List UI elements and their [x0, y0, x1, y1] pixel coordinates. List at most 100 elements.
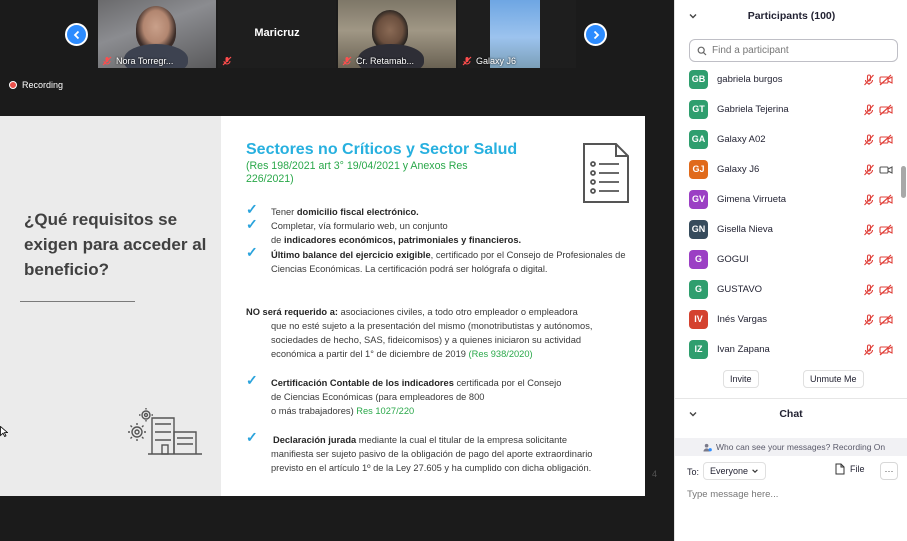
invite-button[interactable]: Invite	[723, 370, 759, 388]
slide-divider	[20, 301, 135, 302]
requirement-5: Declaración jurada mediante la cual el t…	[273, 435, 568, 445]
file-label: File	[850, 464, 865, 474]
recording-indicator[interactable]: Recording	[9, 80, 63, 90]
requirement-1: Tener domicilio fiscal electrónico.	[271, 207, 419, 217]
file-button[interactable]: File	[835, 463, 865, 475]
video-tile[interactable]: Nora Torregr...	[98, 0, 216, 68]
shared-slide: ¿Qué requisitos se exigen para acceder a…	[0, 116, 645, 496]
chevron-right-icon	[593, 30, 599, 39]
video-off-icon[interactable]	[879, 283, 893, 296]
mic-muted-icon	[462, 56, 472, 66]
participant-row[interactable]: G GOGUI	[675, 244, 900, 274]
scrollbar-thumb[interactable]	[901, 166, 906, 198]
people-icon	[703, 443, 712, 452]
participant-name: Gimena Virrueta	[717, 193, 786, 205]
participant-row[interactable]: GJ Galaxy J6	[675, 154, 900, 184]
requirement-4-line-3: o más trabajadores) Res 1027/220	[271, 406, 415, 416]
side-panel: Participants (100) GB gabriela burgos GT Ga…	[674, 0, 907, 541]
avatar: GA	[689, 129, 708, 149]
participant-row[interactable]: IV Inés Vargas	[675, 304, 900, 334]
tile-name-large: Maricruz	[254, 27, 300, 39]
video-off-icon[interactable]	[879, 73, 893, 86]
requirement-3: Último balance del ejercicio exigible, c…	[271, 250, 626, 274]
participant-row[interactable]: GT Gabriela Tejerina	[675, 94, 900, 124]
chat-message-input[interactable]	[687, 485, 897, 503]
mic-muted-icon[interactable]	[863, 193, 875, 206]
search-icon	[697, 46, 707, 55]
check-icon: ✓	[246, 372, 258, 388]
mic-muted-icon[interactable]	[863, 163, 875, 176]
mic-muted-icon[interactable]	[863, 343, 875, 356]
requirement-4: Certificación Contable de los indicadore…	[271, 378, 562, 388]
recording-dot-icon	[9, 81, 17, 89]
mic-muted-icon[interactable]	[863, 283, 875, 296]
video-off-icon[interactable]	[879, 253, 893, 266]
recording-label: Recording	[22, 80, 64, 90]
panel-divider	[675, 398, 907, 399]
avatar: GJ	[689, 159, 708, 179]
unmute-me-button[interactable]: Unmute Me	[803, 370, 864, 388]
previous-page-button[interactable]	[65, 23, 88, 46]
recipient-value: Everyone	[710, 466, 749, 476]
requirement-2-line-2: de indicadores económicos, patrimoniales…	[271, 235, 522, 245]
check-icon: ✓	[246, 244, 258, 260]
mic-muted-icon	[222, 56, 232, 66]
participant-name: gabriela burgos	[717, 73, 783, 85]
participant-name: GUSTAVO	[717, 283, 763, 295]
mic-muted-icon[interactable]	[863, 133, 875, 146]
participant-search[interactable]	[689, 39, 898, 62]
mic-muted-icon[interactable]	[863, 253, 875, 266]
video-tile[interactable]: Galaxy J6	[458, 0, 576, 68]
check-icon: ✓	[246, 429, 258, 445]
video-off-icon[interactable]	[879, 313, 893, 326]
avatar: GT	[689, 99, 708, 119]
requirement-4-line-2: de Ciencias Económicas (para empleadores…	[271, 392, 485, 402]
chat-privacy-notice[interactable]: Who can see your messages? Recording On	[675, 438, 907, 456]
meeting-area: Nora Torregr... Maricruz Cr. Retamab... …	[0, 0, 674, 541]
next-page-button[interactable]	[584, 23, 607, 46]
slide-page-number: 4	[652, 469, 658, 479]
participant-scrollbar[interactable]	[901, 64, 906, 364]
avatar: IV	[689, 309, 708, 329]
video-off-icon[interactable]	[879, 223, 893, 236]
video-off-icon[interactable]	[879, 133, 893, 146]
file-icon	[835, 463, 845, 475]
participant-row[interactable]: IZ Ivan Zapana	[675, 334, 900, 364]
avatar: G	[689, 249, 708, 269]
participant-row[interactable]: G GUSTAVO	[675, 274, 900, 304]
participant-name: Ivan Zapana	[717, 343, 770, 355]
avatar: GB	[689, 69, 708, 89]
slide-question: ¿Qué requisitos se exigen para acceder a…	[24, 210, 207, 279]
video-off-icon[interactable]	[879, 343, 893, 356]
mic-muted-icon[interactable]	[863, 313, 875, 326]
participant-row[interactable]: GN Gisella Nieva	[675, 214, 900, 244]
checklist-document-icon	[583, 143, 629, 203]
participant-row[interactable]: GA Galaxy A02	[675, 124, 900, 154]
participant-row[interactable]: GV Gimena Virrueta	[675, 184, 900, 214]
avatar: GV	[689, 189, 708, 209]
mic-muted-icon[interactable]	[863, 103, 875, 116]
tile-name: Nora Torregr...	[116, 56, 174, 66]
video-tile[interactable]: Maricruz	[218, 0, 336, 68]
tile-name: Galaxy J6	[476, 56, 517, 66]
recipient-dropdown[interactable]: Everyone	[703, 462, 767, 480]
participant-row[interactable]: GB gabriela burgos	[675, 64, 900, 94]
more-options-button[interactable]: ···	[880, 462, 898, 480]
participant-name: Gisella Nieva	[717, 223, 773, 235]
participant-name: Inés Vargas	[717, 313, 767, 325]
video-tile[interactable]: Cr. Retamab...	[338, 0, 456, 68]
avatar: IZ	[689, 339, 708, 359]
video-off-icon[interactable]	[879, 193, 893, 206]
building-gear-icon	[128, 408, 202, 455]
exemption-line-4: económica a partir del 1° de diciembre d…	[271, 349, 533, 359]
video-camera-icon[interactable]	[879, 163, 893, 175]
avatar: G	[689, 279, 708, 299]
mic-muted-icon[interactable]	[863, 223, 875, 236]
video-off-icon[interactable]	[879, 103, 893, 116]
mic-muted-icon[interactable]	[863, 73, 875, 86]
chat-title: Chat	[779, 408, 803, 420]
search-input[interactable]	[712, 45, 882, 56]
participant-list: GB gabriela burgos GT Gabriela Tejerina GA Ga…	[675, 64, 900, 364]
participant-name: GOGUI	[717, 253, 749, 265]
slide-subtitle: (Res 198/2021 art 3° 19/04/2021 y Anexos…	[246, 160, 468, 185]
